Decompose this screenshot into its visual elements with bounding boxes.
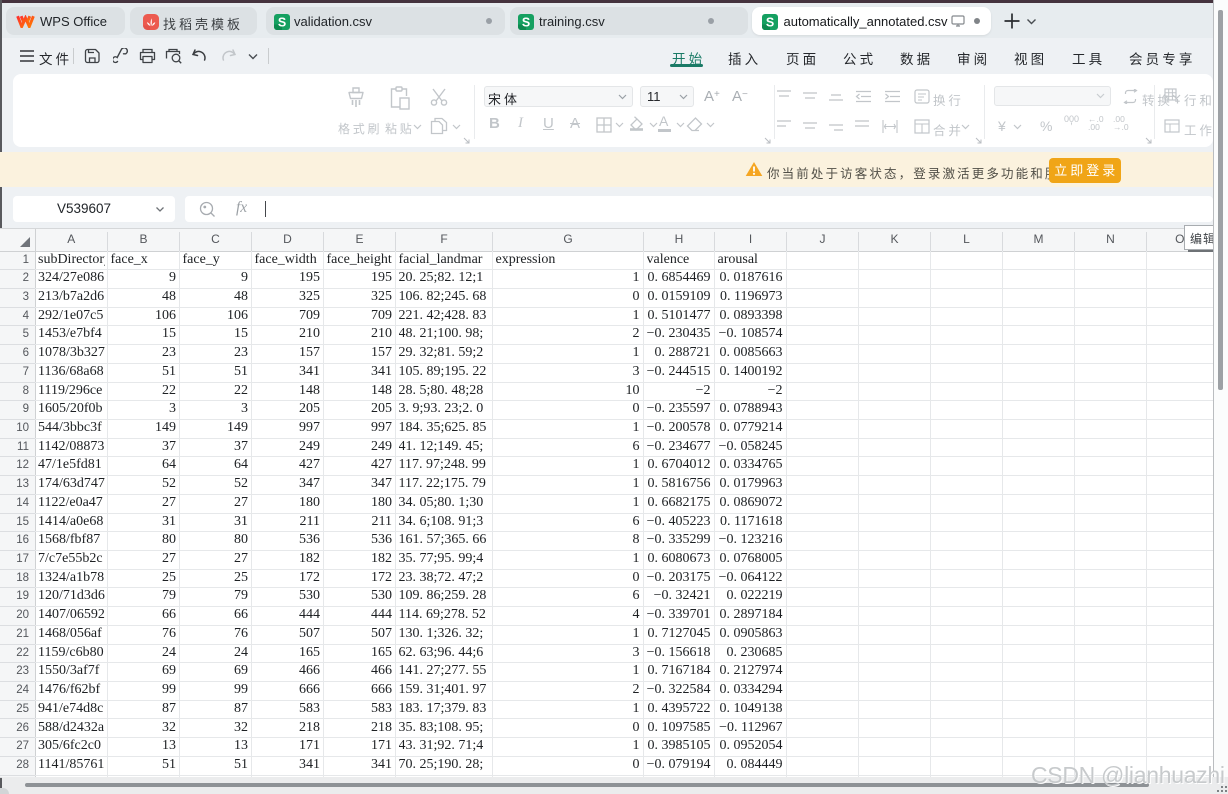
svg-text:S: S — [765, 15, 773, 29]
svg-text:S: S — [522, 15, 530, 29]
svg-text:S: S — [277, 15, 285, 29]
